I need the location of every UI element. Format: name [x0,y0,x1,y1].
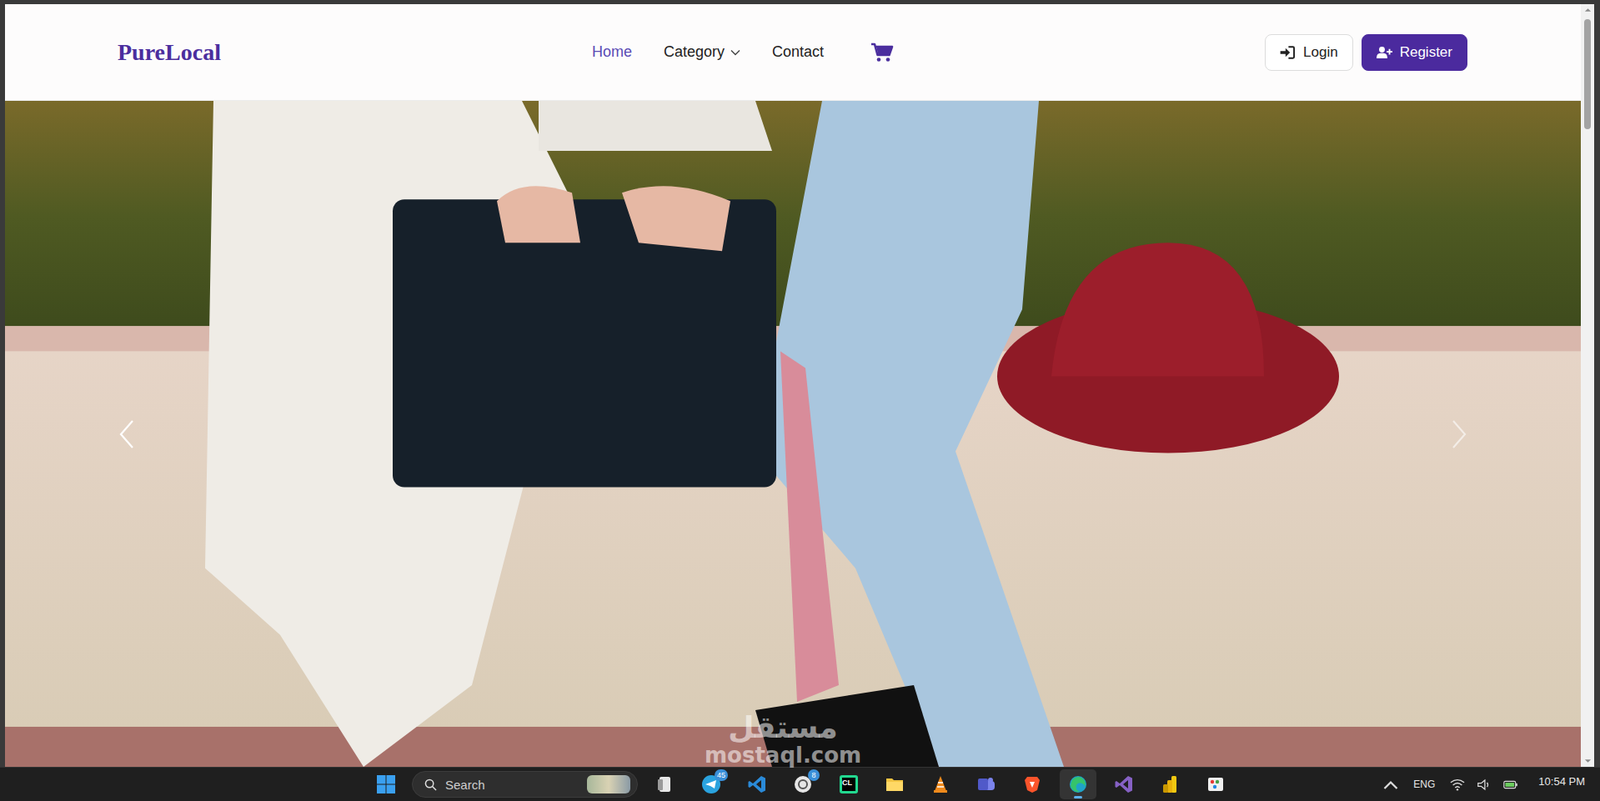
site-logo[interactable]: PureLocal [117,39,221,66]
taskbar-app[interactable] [1151,769,1189,800]
browser-window: PureLocal Home Category Contact Login Re… [0,4,1600,768]
user-plus-icon [1376,45,1393,60]
chevron-down-icon [730,49,741,56]
nav-link[interactable]: Home [591,43,632,61]
search-icon [424,778,437,792]
volume-icon[interactable] [1476,778,1492,792]
taskbar-search[interactable]: Search [411,771,638,798]
carousel-prev-button[interactable] [113,414,141,455]
chevron-up-icon[interactable] [1383,778,1399,792]
auth-buttons: Login Register [893,34,1468,71]
hero-photo [5,100,1581,768]
nav-link[interactable]: Category [663,43,741,61]
edge-icon [1068,774,1089,795]
desktop: PureLocal Home Category Contact Login Re… [0,0,1600,801]
scrollbar-thumb[interactable] [1584,19,1591,130]
taskbar: Search 45 8 CL ENG 10:54 PM [0,767,1600,801]
folder-icon [884,774,905,795]
paint-icon [1205,774,1226,795]
brave-icon [1022,774,1043,795]
taskbar-app[interactable]: 45 [692,769,730,800]
notification-badge: 45 [714,769,728,782]
language-indicator[interactable]: ENG [1413,778,1435,791]
scroll-up-icon[interactable] [1584,7,1592,13]
taskbar-app[interactable] [738,769,776,800]
window-right-edge [1594,4,1600,768]
login-button[interactable]: Login [1264,34,1354,71]
active-indicator [1073,796,1083,799]
sign-in-icon [1279,45,1296,60]
shopping-cart-icon[interactable] [870,42,894,63]
taskbar-app[interactable] [1105,769,1143,800]
taskbar-app[interactable]: CL [830,769,868,800]
taskbar-app[interactable] [647,769,684,800]
vlc-icon [930,774,951,795]
nav-link[interactable]: Contact [772,43,824,61]
taskbar-app[interactable] [1013,769,1051,800]
register-button[interactable]: Register [1361,34,1468,71]
hero-carousel [5,100,1581,768]
web-page: PureLocal Home Category Contact Login Re… [5,4,1581,768]
wifi-icon[interactable] [1449,778,1465,792]
taskbar-app[interactable] [968,769,1005,800]
nav-links: Home Category Contact [591,42,894,63]
chevron-left-icon [118,419,136,450]
windows-logo-icon [376,774,397,795]
navbar: PureLocal Home Category Contact Login Re… [5,4,1581,101]
search-highlight-image [586,775,631,794]
taskbar-app[interactable] [1197,769,1234,800]
teams-icon [976,774,997,795]
notification-badge: 8 [807,769,820,782]
clock[interactable]: 10:54 PM [1538,775,1585,795]
taskbar-app[interactable] [876,769,913,800]
carousel-next-button[interactable] [1445,414,1473,455]
scroll-down-icon[interactable] [1584,758,1592,764]
scrollbar[interactable] [1580,4,1595,768]
taskbar-app[interactable] [1059,769,1097,800]
powerbi-icon [1159,774,1180,795]
watermark: مستقل mostaql.com [704,712,862,767]
vscode-icon [747,774,768,795]
taskbar-app[interactable]: 8 [784,769,822,800]
taskbar-app[interactable] [922,769,959,800]
widgets-icon [655,774,676,795]
battery-icon[interactable] [1503,778,1519,792]
vstudio-icon [1113,774,1134,795]
chevron-right-icon [1450,419,1468,450]
system-tray: ENG 10:54 PM [1383,775,1585,795]
start-button[interactable] [369,769,403,800]
